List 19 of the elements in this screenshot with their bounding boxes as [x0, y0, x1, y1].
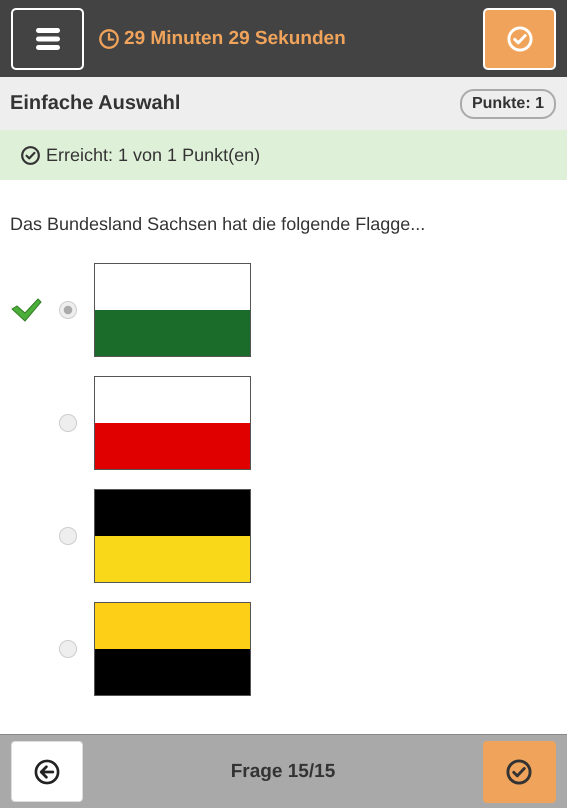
question-text: Das Bundesland Sachsen hat die folgende Flagge...	[10, 214, 426, 235]
radio-button[interactable]	[59, 301, 77, 319]
menu-button[interactable]	[11, 8, 84, 70]
finish-button[interactable]	[482, 740, 556, 802]
question-counter: Frage 15/15	[230, 760, 336, 782]
radio-button[interactable]	[59, 414, 77, 432]
check-circle-icon	[505, 758, 534, 786]
radio-button[interactable]	[59, 640, 77, 658]
back-button[interactable]	[11, 741, 83, 802]
result-text: Erreicht: 1 von 1 Punkt(en)	[46, 144, 260, 166]
menu-icon	[34, 26, 62, 50]
points-badge: Punkte: 1	[460, 88, 556, 118]
check-circle-icon	[506, 24, 534, 52]
timer-text: 29 Minuten 29 Sekunden	[124, 28, 346, 50]
submit-button[interactable]	[483, 8, 556, 70]
clock-icon	[98, 28, 120, 50]
check-circle-icon	[20, 144, 41, 166]
radio-button[interactable]	[59, 527, 77, 545]
question-type: Einfache Auswahl	[10, 92, 180, 115]
